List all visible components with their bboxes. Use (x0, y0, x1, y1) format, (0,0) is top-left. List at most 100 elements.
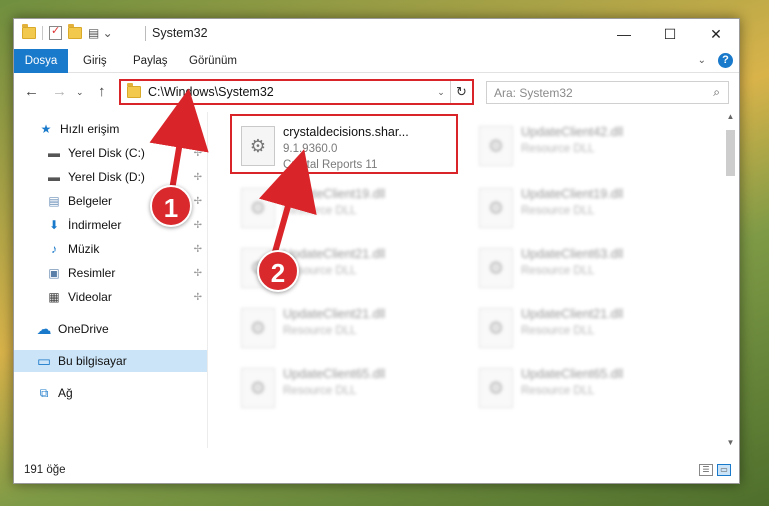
folder-icon (127, 83, 141, 98)
folder-icon (22, 24, 36, 39)
search-placeholder: Ara: System32 (494, 85, 573, 100)
sidebar-item-label: Belgeler (68, 194, 113, 208)
file-description: Resource DLL (521, 205, 595, 217)
sidebar-item-label: Yerel Disk (C:) (68, 146, 145, 160)
file-item[interactable]: ⚙ UpdateClient21.dll Resource DLL (233, 302, 463, 354)
recent-locations-button[interactable]: ⌄ (76, 87, 84, 98)
up-button[interactable]: ↑ (98, 83, 106, 100)
scroll-up-icon[interactable]: ▲ (722, 112, 739, 126)
address-bar[interactable]: C:\Windows\System32 ⌄ ↻ (119, 79, 474, 105)
sidebar-item-quick-access[interactable]: ★ Hızlı erişim (14, 118, 207, 140)
ribbon-right: ⌄ ? (698, 53, 733, 68)
settings-file-icon: ⚙ (479, 126, 513, 166)
navigation-bar: ← → ⌄ ↑ C:\Windows\System32 ⌄ ↻ Ara: Sys… (14, 74, 739, 110)
properties-icon[interactable] (49, 24, 62, 40)
vertical-scrollbar[interactable]: ▲ ▼ (722, 112, 739, 452)
settings-file-icon: ⚙ (241, 308, 275, 348)
file-item[interactable]: ⚙ UpdateClient63.dll Resource DLL (471, 242, 701, 294)
file-name: UpdateClient63.dll (521, 247, 624, 261)
step-marker-2: 2 (257, 250, 299, 292)
settings-file-icon: ⚙ (479, 188, 513, 228)
pin-icon: ✢ (193, 243, 202, 255)
sidebar-item-label: Hızlı erişim (60, 122, 120, 136)
maximize-button[interactable]: ☐ (647, 19, 693, 49)
sidebar-item-disk-c[interactable]: ▬ Yerel Disk (C:) ✢ (14, 142, 207, 164)
sidebar-item-videos[interactable]: ▦ Videolar ✢ (14, 286, 207, 308)
music-icon: ♪ (51, 242, 57, 256)
file-description: Resource DLL (521, 265, 595, 277)
sidebar-item-label: İndirmeler (68, 218, 122, 232)
file-item[interactable]: ⚙ UpdateClient21.dll Resource DLL (471, 302, 701, 354)
settings-file-icon: ⚙ (241, 188, 275, 228)
file-name: UpdateClient21.dll (283, 307, 386, 321)
file-item[interactable]: ⚙ UpdateClient65.dll Resource DLL (233, 362, 463, 414)
help-icon[interactable]: ? (718, 53, 733, 68)
sidebar-item-label: Videolar (68, 290, 112, 304)
customize-toolbar-icon[interactable]: ▤ ⌄ (88, 26, 113, 40)
search-box[interactable]: Ara: System32 ⌕ (486, 81, 729, 104)
star-icon: ★ (40, 122, 52, 136)
new-folder-icon[interactable] (68, 24, 82, 39)
file-highlight-box (230, 114, 458, 174)
file-name: UpdateClient21.dll (521, 307, 624, 321)
sidebar-item-label: Bu bilgisayar (58, 354, 127, 368)
item-count: 191 öğe (24, 464, 66, 476)
network-icon: ⧉ (39, 385, 49, 400)
sidebar-item-music[interactable]: ♪ Müzik ✢ (14, 238, 207, 260)
back-button[interactable]: ← (24, 83, 39, 100)
address-path[interactable]: C:\Windows\System32 (148, 85, 432, 99)
tiles-view-icon[interactable]: ▭ (717, 464, 731, 476)
file-description: Resource DLL (283, 385, 357, 397)
sidebar-item-pictures[interactable]: ▣ Resimler ✢ (14, 262, 207, 284)
file-name: UpdateClient19.dll (283, 187, 386, 201)
scroll-thumb[interactable] (726, 130, 735, 176)
download-icon: ⬇ (48, 218, 60, 232)
file-item[interactable]: ⚙ UpdateClient19.dll Resource DLL (471, 182, 701, 234)
sidebar-item-this-pc[interactable]: ▭ Bu bilgisayar (14, 350, 207, 372)
sidebar-item-onedrive[interactable]: ☁ OneDrive (14, 318, 207, 340)
cloud-icon: ☁ (36, 321, 52, 338)
pin-icon: ✢ (193, 147, 202, 159)
divider (42, 26, 43, 40)
file-name: UpdateClient21.dll (283, 247, 386, 261)
explorer-window: ▤ ⌄ System32 — ☐ ✕ Dosya Giriş Paylaş Gö… (13, 18, 740, 484)
pin-icon: ✢ (193, 195, 202, 207)
file-name: UpdateClient65.dll (283, 367, 386, 381)
scroll-down-icon[interactable]: ▼ (722, 438, 739, 452)
sidebar-item-disk-d[interactable]: ▬ Yerel Disk (D:) ✢ (14, 166, 207, 188)
address-dropdown-icon[interactable]: ⌄ (432, 87, 450, 98)
pane-divider[interactable] (207, 112, 208, 448)
file-item[interactable]: ⚙ UpdateClient42.dll Resource DLL (471, 120, 701, 172)
sidebar-item-label: Ağ (58, 386, 73, 400)
forward-button[interactable]: → (52, 83, 67, 100)
navigation-pane: ★ Hızlı erişim ▬ Yerel Disk (C:) ✢ ▬ Yer… (14, 112, 207, 452)
file-description: Resource DLL (283, 205, 357, 217)
settings-file-icon: ⚙ (479, 368, 513, 408)
minimize-button[interactable]: — (601, 19, 647, 49)
window-controls: — ☐ ✕ (601, 19, 739, 49)
tab-home[interactable]: Giriş (83, 49, 107, 73)
file-item[interactable]: ⚙ UpdateClient19.dll Resource DLL (233, 182, 463, 234)
settings-file-icon: ⚙ (241, 368, 275, 408)
divider (145, 26, 146, 41)
view-switcher: ☰ ▭ (699, 464, 731, 476)
file-name: UpdateClient19.dll (521, 187, 624, 201)
pin-icon: ✢ (193, 291, 202, 303)
tab-file[interactable]: Dosya (14, 49, 68, 73)
sidebar-item-label: Müzik (68, 242, 100, 256)
videos-icon: ▦ (48, 290, 60, 304)
close-button[interactable]: ✕ (693, 19, 739, 49)
file-description: Resource DLL (283, 325, 357, 337)
search-icon[interactable]: ⌕ (713, 85, 720, 100)
ribbon-tabs: Dosya Giriş Paylaş Görünüm ⌄ ? (14, 49, 739, 73)
tab-view[interactable]: Görünüm (189, 49, 237, 73)
status-bar: 191 öğe ☰ ▭ (14, 459, 739, 483)
details-view-icon[interactable]: ☰ (699, 464, 713, 476)
sidebar-item-network[interactable]: ⧉ Ağ (14, 382, 207, 404)
refresh-button[interactable]: ↻ (450, 81, 472, 103)
quick-access-toolbar: ▤ ⌄ (22, 24, 113, 40)
expand-ribbon-icon[interactable]: ⌄ (698, 55, 706, 66)
file-item[interactable]: ⚙ UpdateClient65.dll Resource DLL (471, 362, 701, 414)
drive-icon: ▬ (48, 146, 60, 160)
tab-share[interactable]: Paylaş (133, 49, 168, 73)
